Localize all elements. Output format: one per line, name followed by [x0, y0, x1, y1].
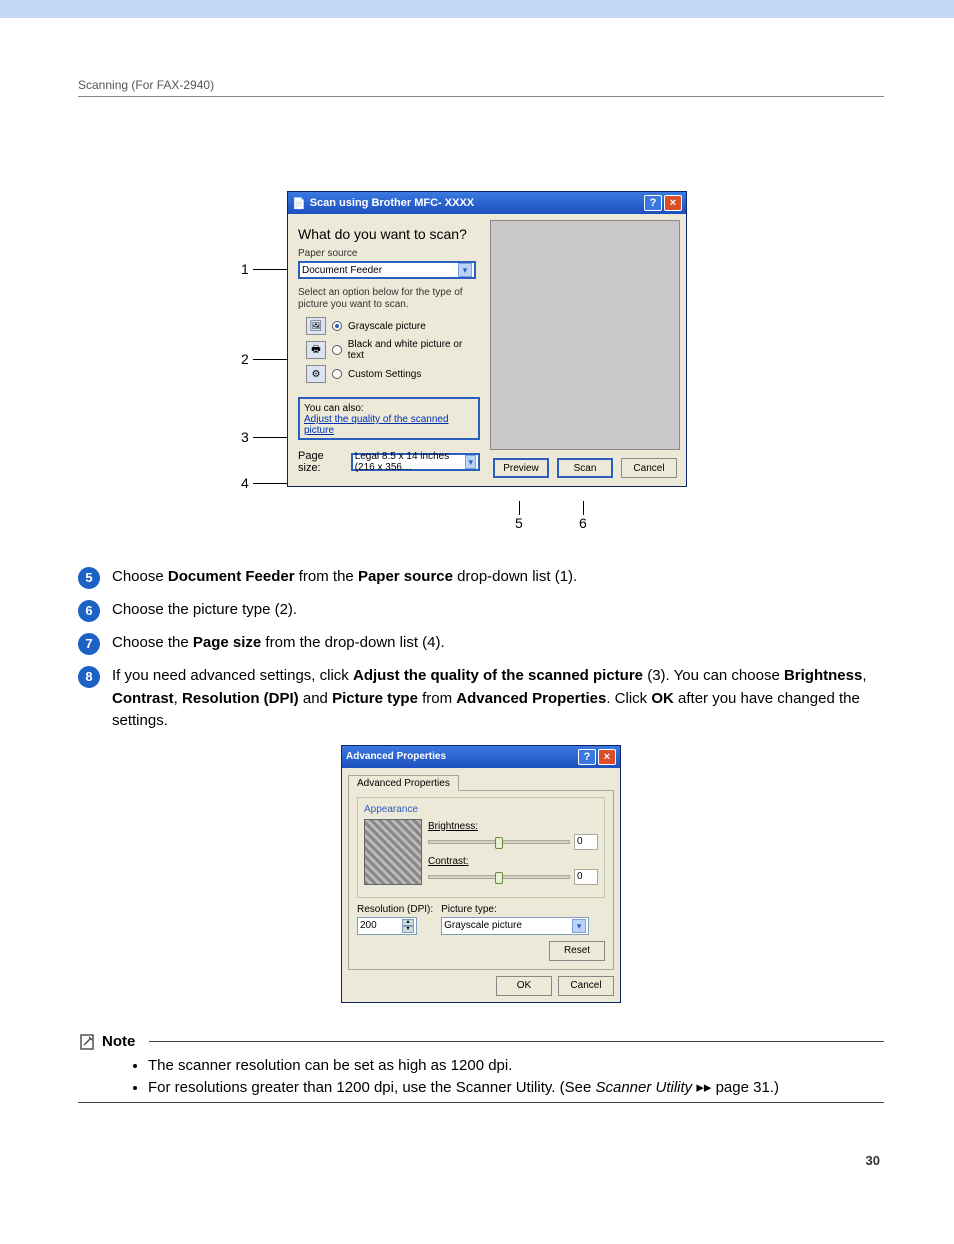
page-size-label: Page size:	[298, 450, 347, 474]
chevron-down-icon: ▾	[465, 455, 476, 469]
radio-bw[interactable]	[332, 345, 342, 355]
spin-up-icon[interactable]: ▴	[402, 919, 414, 926]
picture-type-label: Picture type:	[441, 904, 605, 915]
custom-icon: ⚙	[306, 365, 326, 383]
option-grayscale-label: Grayscale picture	[348, 321, 426, 332]
resolution-label: Resolution (DPI):	[357, 904, 433, 915]
bw-icon: 🖶	[306, 341, 326, 359]
option-custom-label: Custom Settings	[348, 369, 421, 380]
scan-instruction: Select an option below for the type of p…	[298, 287, 480, 311]
preview-thumbnail	[364, 819, 422, 885]
appearance-group-label: Appearance	[364, 804, 598, 815]
paper-source-select[interactable]: Document Feeder ▾	[298, 261, 476, 279]
resolution-input[interactable]: 200 ▴▾	[357, 917, 417, 935]
callout-2: 2	[241, 351, 249, 367]
cancel-button[interactable]: Cancel	[558, 976, 614, 996]
cancel-button[interactable]: Cancel	[621, 458, 677, 478]
preview-pane	[490, 220, 680, 450]
close-button[interactable]: ×	[664, 195, 682, 211]
help-button[interactable]: ?	[644, 195, 662, 211]
brightness-value[interactable]: 0	[574, 834, 598, 850]
scan-dialog-title: Scan using Brother MFC- XXXX	[310, 197, 642, 209]
you-can-also-label: You can also:	[304, 403, 474, 414]
contrast-slider[interactable]	[428, 875, 570, 879]
step-8: 8 If you need advanced settings, click A…	[78, 665, 884, 733]
note-item-2: For resolutions greater than 1200 dpi, u…	[148, 1078, 884, 1096]
brightness-slider[interactable]	[428, 840, 570, 844]
preview-button[interactable]: Preview	[493, 458, 549, 478]
adv-title: Advanced Properties	[346, 751, 576, 762]
option-bw[interactable]: 🖶 Black and white picture or text	[306, 339, 480, 361]
note-block: Note The scanner resolution can be set a…	[78, 1033, 884, 1103]
scan-button[interactable]: Scan	[557, 458, 613, 478]
brightness-label: Brightness:	[428, 821, 598, 832]
section-header: Scanning (For FAX-2940)	[78, 78, 884, 92]
step-badge-8: 8	[78, 666, 100, 688]
header-rule	[78, 96, 884, 97]
step-badge-5: 5	[78, 567, 100, 589]
adjust-quality-link[interactable]: Adjust the quality of the scanned pictur…	[304, 414, 449, 436]
you-can-also-group: You can also: Adjust the quality of the …	[298, 397, 480, 440]
step-7: 7 Choose the Page size from the drop-dow…	[78, 632, 884, 655]
paper-source-value: Document Feeder	[302, 265, 382, 276]
callout-1: 1	[241, 261, 249, 277]
callout-6: 6	[579, 515, 587, 531]
steps-list: 5 Choose Document Feeder from the Paper …	[78, 566, 884, 733]
callout-4: 4	[241, 475, 249, 491]
scan-dialog: 📄 Scan using Brother MFC- XXXX ? × What …	[287, 191, 687, 487]
option-bw-label: Black and white picture or text	[348, 339, 480, 361]
note-icon	[78, 1033, 96, 1051]
chevron-down-icon: ▾	[572, 919, 586, 933]
figure-scan-dialog: 1 2 3 4 📄 Scan using Brother MFC- XXXX ?…	[261, 191, 701, 536]
page-number: 30	[866, 1153, 880, 1168]
chevron-down-icon: ▾	[458, 263, 472, 277]
note-title: Note	[102, 1033, 135, 1050]
radio-grayscale[interactable]	[332, 321, 342, 331]
spin-down-icon[interactable]: ▾	[402, 926, 414, 933]
close-button[interactable]: ×	[598, 749, 616, 765]
radio-custom[interactable]	[332, 369, 342, 379]
advanced-properties-dialog: Advanced Properties ? × Advanced Propert…	[341, 745, 621, 1003]
contrast-label: Contrast:	[428, 856, 598, 867]
option-grayscale[interactable]: 🖼 Grayscale picture	[306, 317, 480, 335]
reset-button[interactable]: Reset	[549, 941, 605, 961]
step-5: 5 Choose Document Feeder from the Paper …	[78, 566, 884, 589]
adv-tab[interactable]: Advanced Properties	[348, 775, 459, 791]
paper-source-label: Paper source	[298, 248, 480, 259]
ok-button[interactable]: OK	[496, 976, 552, 996]
contrast-value[interactable]: 0	[574, 869, 598, 885]
step-6: 6 Choose the picture type (2).	[78, 599, 884, 622]
grayscale-icon: 🖼	[306, 317, 326, 335]
page-size-value: Legal 8.5 x 14 inches (216 x 356…	[355, 451, 466, 473]
option-custom[interactable]: ⚙ Custom Settings	[306, 365, 480, 383]
help-button[interactable]: ?	[578, 749, 596, 765]
callout-3: 3	[241, 429, 249, 445]
picture-type-select[interactable]: Grayscale picture ▾	[441, 917, 589, 935]
scan-dialog-titlebar: 📄 Scan using Brother MFC- XXXX ? ×	[288, 192, 686, 214]
step-badge-7: 7	[78, 633, 100, 655]
note-item-1: The scanner resolution can be set as hig…	[148, 1057, 884, 1074]
callout-5: 5	[515, 515, 523, 531]
adv-titlebar: Advanced Properties ? ×	[342, 746, 620, 768]
page-size-select[interactable]: Legal 8.5 x 14 inches (216 x 356… ▾	[351, 453, 480, 471]
step-badge-6: 6	[78, 600, 100, 622]
scan-question: What do you want to scan?	[298, 226, 480, 242]
